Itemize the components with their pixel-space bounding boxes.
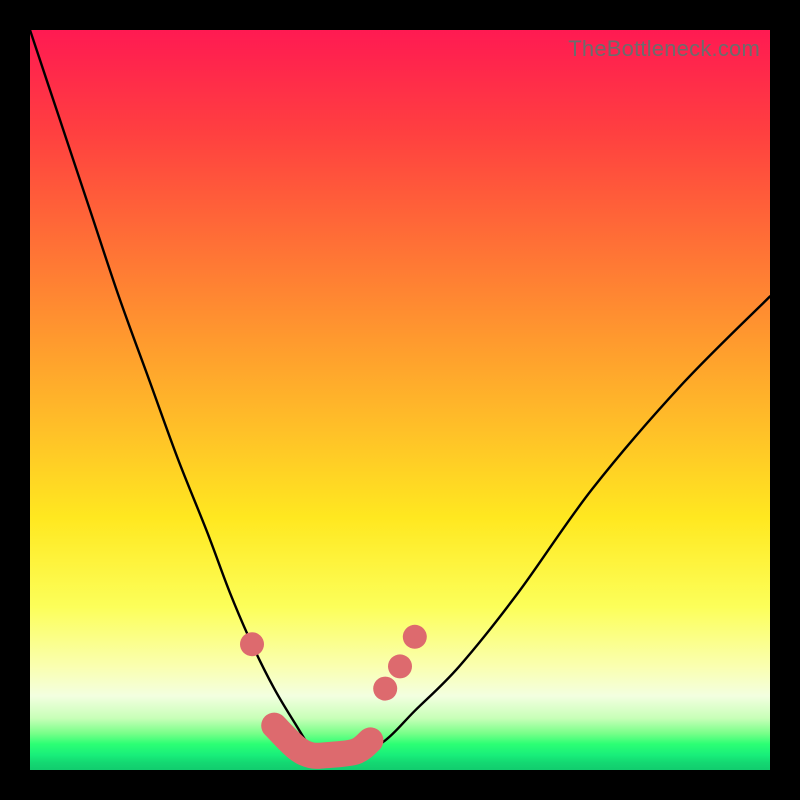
chart-frame: TheBottleneck.com — [30, 30, 770, 770]
left-dot — [240, 632, 264, 656]
right-dot-2 — [388, 654, 412, 678]
right-dot-1 — [373, 677, 397, 701]
chart-svg — [30, 30, 770, 770]
curve-markers — [240, 625, 427, 701]
watermark-text: TheBottleneck.com — [568, 36, 760, 62]
bottleneck-curve — [30, 30, 770, 757]
right-dot-3 — [403, 625, 427, 649]
trough-highlight — [274, 726, 370, 756]
